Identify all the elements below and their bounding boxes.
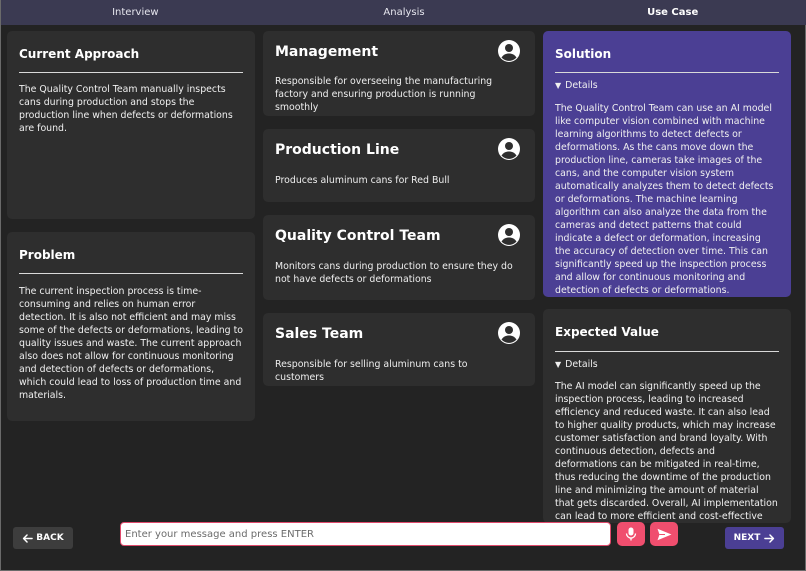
stakeholder-description: Responsible for overseeing the manufactu… bbox=[275, 76, 493, 113]
user-avatar-icon bbox=[498, 40, 520, 62]
microphone-button[interactable] bbox=[617, 522, 645, 546]
tab-use-case[interactable]: Use Case bbox=[538, 0, 806, 25]
message-input[interactable] bbox=[120, 522, 611, 546]
problem-title: Problem bbox=[19, 248, 76, 262]
next-button[interactable]: NEXT bbox=[725, 527, 784, 549]
arrow-left-icon bbox=[23, 533, 34, 543]
stakeholder-card-quality-control-team: Quality Control Team Monitors cans durin… bbox=[263, 215, 535, 300]
expected-value-title: Expected Value bbox=[555, 325, 659, 339]
stakeholder-description: Responsible for selling aluminum cans to… bbox=[275, 359, 468, 383]
stakeholder-name: Management bbox=[275, 44, 379, 60]
current-approach-title: Current Approach bbox=[19, 47, 140, 61]
solution-card: Solution ▼ Details The Quality Control Te… bbox=[543, 31, 791, 297]
stakeholder-name: Sales Team bbox=[275, 326, 364, 342]
solution-title: Solution bbox=[555, 47, 612, 61]
tab-interview[interactable]: Interview bbox=[1, 0, 270, 25]
app-frame: Interview Analysis Use Case Current Appr… bbox=[0, 0, 806, 571]
current-approach-card: Current Approach The Quality Control Tea… bbox=[7, 31, 255, 219]
divider bbox=[555, 72, 779, 73]
expected-value-card[interactable]: Expected Value ▼ Details The AI model can… bbox=[543, 309, 791, 523]
stakeholder-card-sales-team: Sales Team Responsible for selling alumi… bbox=[263, 313, 535, 386]
microphone-icon bbox=[625, 527, 637, 541]
problem-card: Problem The current inspection process i… bbox=[7, 232, 255, 421]
stakeholder-name: Quality Control Team bbox=[275, 228, 441, 244]
details-label: Details bbox=[565, 359, 598, 370]
user-avatar-icon bbox=[498, 138, 520, 160]
user-avatar-icon bbox=[498, 224, 520, 246]
stakeholder-description: Monitors cans during production to ensur… bbox=[275, 261, 513, 285]
send-button[interactable] bbox=[650, 522, 678, 546]
problem-text: The current inspection process is time-c… bbox=[19, 286, 244, 401]
stakeholder-card-production-line: Production Line Produces aluminum cans f… bbox=[263, 129, 535, 202]
stakeholder-card-management: Management Responsible for overseeing th… bbox=[263, 31, 535, 116]
user-avatar-icon bbox=[498, 322, 520, 344]
expected-value-details-toggle[interactable]: ▼ Details bbox=[555, 359, 598, 370]
stakeholder-name: Production Line bbox=[275, 142, 400, 158]
next-label: NEXT bbox=[733, 533, 761, 543]
divider bbox=[555, 351, 779, 352]
back-button[interactable]: BACK bbox=[13, 527, 73, 549]
solution-text: The Quality Control Team can use an AI m… bbox=[555, 103, 774, 296]
back-label: BACK bbox=[36, 533, 64, 543]
expected-value-text: The AI model can significantly speed up … bbox=[555, 381, 778, 522]
top-tab-bar: Interview Analysis Use Case bbox=[1, 0, 806, 25]
caret-down-icon: ▼ bbox=[555, 360, 562, 369]
stakeholder-description: Produces aluminum cans for Red Bull bbox=[275, 175, 450, 186]
send-icon bbox=[657, 528, 671, 540]
current-approach-text: The Quality Control Team manually inspec… bbox=[19, 84, 233, 134]
arrow-right-icon bbox=[764, 533, 775, 543]
divider bbox=[19, 72, 243, 73]
caret-down-icon: ▼ bbox=[555, 81, 562, 90]
tab-analysis[interactable]: Analysis bbox=[270, 0, 539, 25]
details-label: Details bbox=[565, 80, 598, 91]
solution-details-toggle[interactable]: ▼ Details bbox=[555, 80, 598, 91]
divider bbox=[19, 273, 243, 274]
